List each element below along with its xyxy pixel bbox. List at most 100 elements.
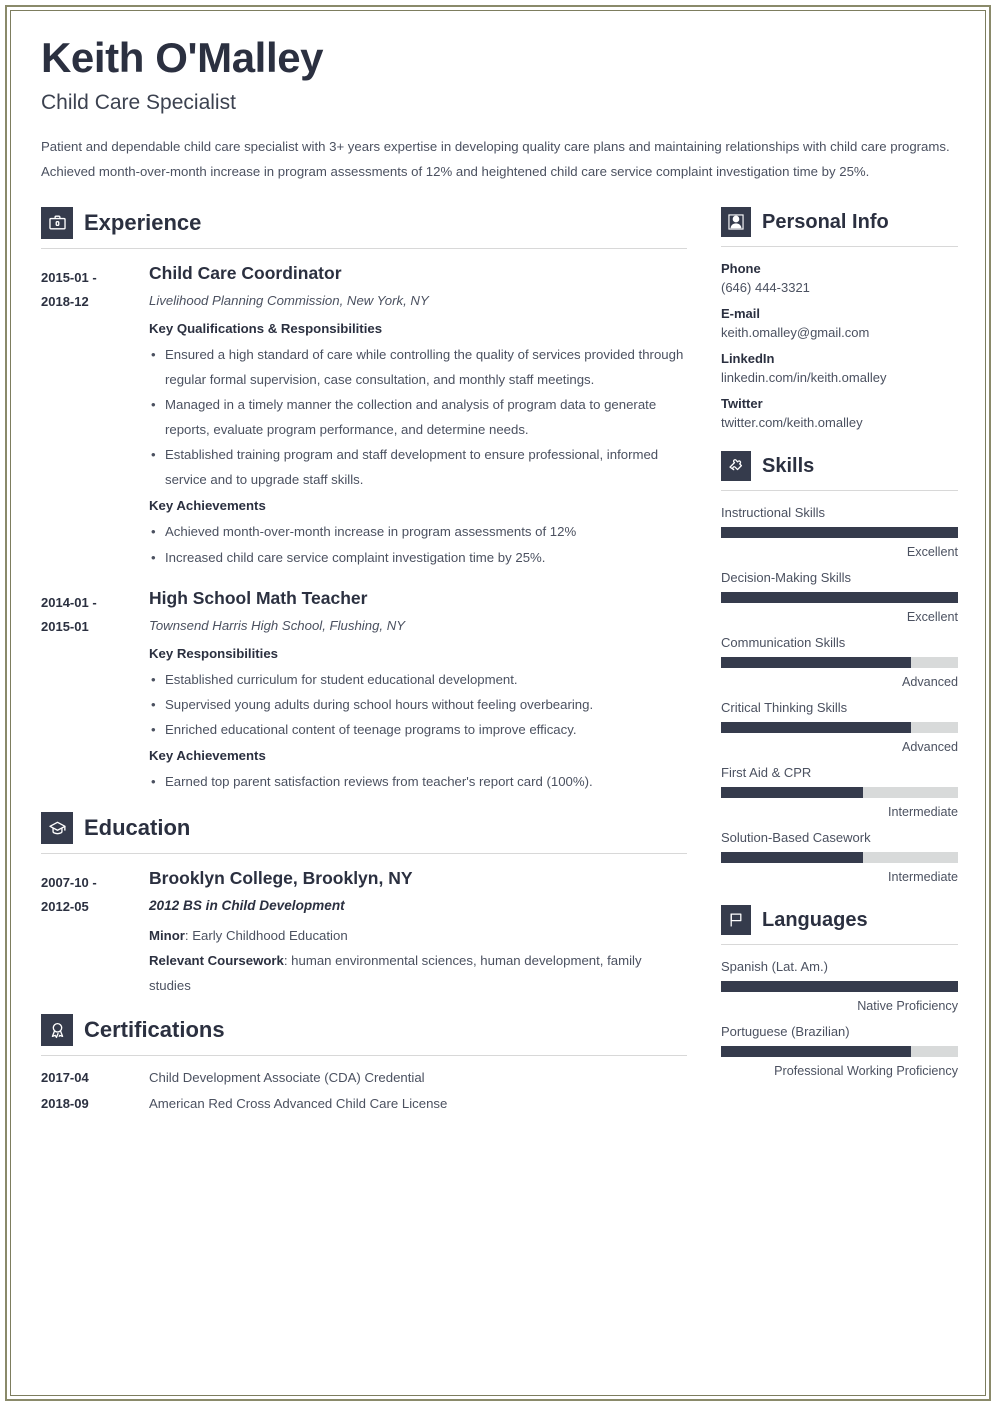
person-icon [721,206,751,237]
bullet-item: Established curriculum for student educa… [149,667,687,692]
education-entry: 2007-10 - 2012-05 Brooklyn College, Broo… [41,868,687,998]
section-personal-info: Personal Info Phone (646) 444-3321 E-mai… [721,206,958,430]
section-title-languages: Languages [762,908,868,931]
education-details: Brooklyn College, Brooklyn, NY 2012 BS i… [149,868,687,998]
skill-name: Communication Skills [721,634,846,650]
info-label: Twitter [721,395,763,411]
date-start: 2007-10 - [41,875,97,891]
skill-name: Critical Thinking Skills [721,699,848,715]
bullet-item: Supervised young adults during school ho… [149,692,687,717]
award-ribbon-icon [41,1014,73,1047]
skill-bar-track [721,721,958,733]
section-languages: Languages Spanish (Lat. Am.) Native Prof… [721,904,958,1078]
skill-level: Intermediate [887,804,958,819]
info-label: E-mail [721,305,761,321]
language-bar-track [721,980,958,992]
language-item: Spanish (Lat. Am.) Native Proficiency [721,959,958,1013]
language-bar-track [721,1045,958,1057]
job-organization: Townsend Harris High School, Flushing, N… [149,617,406,633]
resume-content: Keith O'Malley Child Care Specialist Pat… [0,0,996,1162]
skill-level: Advanced [901,739,958,754]
skill-level: Excellent [906,544,958,559]
resume-page: Keith O'Malley Child Care Specialist Pat… [0,0,996,1406]
skill-item: Solution-Based Casework Intermediate [721,830,958,884]
briefcase-icon [41,206,73,239]
left-column: Experience 2015-01 - 2018-12 Child Care … [41,206,687,1123]
date-end: 2012-05 [41,899,89,915]
skill-level: Advanced [901,674,958,689]
skill-bar-fill [721,591,958,603]
skill-item: Communication Skills Advanced [721,635,958,689]
language-bar-fill [721,980,958,992]
language-level: Professional Working Proficiency [774,1063,958,1078]
certification-row: 2018-09 American Red Cross Advanced Chil… [41,1096,687,1111]
skill-bar-fill [721,851,864,863]
info-block: LinkedIn linkedin.com/in/keith.omalley [721,351,958,385]
section-header-languages: Languages [721,904,958,935]
flag-icon [721,904,751,935]
info-block: Twitter twitter.com/keith.omalley [721,396,958,430]
skill-bar-track [721,526,958,538]
skill-item: Critical Thinking Skills Advanced [721,700,958,754]
skill-bar-fill [721,721,911,733]
skill-name: Instructional Skills [721,504,826,520]
skill-bar-fill [721,656,911,668]
certification-row: 2017-04 Child Development Associate (CDA… [41,1070,687,1085]
bullet-item: Ensured a high standard of care while co… [149,342,687,392]
certification-date: 2017-04 [41,1070,89,1086]
section-certifications: Certifications 2017-04 Child Development… [41,1014,687,1111]
skill-item: Decision-Making Skills Excellent [721,570,958,624]
school-name: Brooklyn College, Brooklyn, NY [149,868,413,889]
date-start: 2015-01 - [41,269,97,285]
minor-label: Minor [149,927,185,943]
language-item: Portuguese (Brazilian) Professional Work… [721,1024,958,1078]
skill-bar-track [721,786,958,798]
language-name: Spanish (Lat. Am.) [721,958,828,974]
experience-dates: 2014-01 - 2015-01 [41,588,149,797]
skill-name: First Aid & CPR [721,764,812,780]
bullet-list: Earned top parent satisfaction reviews f… [149,769,687,794]
education-minor: Minor: Early Childhood Education [149,923,687,948]
bullet-item: Earned top parent satisfaction reviews f… [149,769,687,794]
info-value-twitter[interactable]: twitter.com/keith.omalley [721,415,958,430]
info-value-email[interactable]: keith.omalley@gmail.com [721,325,958,340]
skill-item: Instructional Skills Excellent [721,505,958,559]
resume-body: Experience 2015-01 - 2018-12 Child Care … [41,206,958,1123]
certification-date: 2018-09 [41,1096,89,1112]
group-label: Key Achievements [149,748,266,764]
section-experience: Experience 2015-01 - 2018-12 Child Care … [41,206,687,797]
skill-bar-track [721,591,958,603]
job-organization: Livelihood Planning Commission, New York… [149,292,429,308]
bullet-item: Achieved month-over-month increase in pr… [149,519,687,544]
bullet-item: Increased child care service complaint i… [149,545,687,570]
section-divider [41,1055,687,1057]
coursework-label: Relevant Coursework [149,953,284,969]
section-title-personal-info: Personal Info [762,210,889,233]
language-level: Native Proficiency [857,998,958,1013]
puzzle-piece-icon [721,450,751,481]
graduation-cap-icon [41,812,73,845]
info-value-phone: (646) 444-3321 [721,279,810,295]
bullet-list: Established curriculum for student educa… [149,667,687,742]
skill-bar-fill [721,786,864,798]
certification-name: American Red Cross Advanced Child Care L… [149,1096,448,1112]
bullet-item: Enriched educational content of teenage … [149,717,687,742]
group-label: Key Qualifications & Responsibilities [149,320,383,336]
skill-bar-track [721,656,958,668]
info-value-linkedin[interactable]: linkedin.com/in/keith.omalley [721,370,958,385]
professional-summary: Patient and dependable child care specia… [41,139,950,179]
section-education: Education 2007-10 - 2012-05 Brooklyn Col… [41,812,687,998]
bullet-item: Established training program and staff d… [149,442,687,492]
section-header-personal-info: Personal Info [721,206,958,237]
candidate-name: Keith O'Malley [41,34,324,81]
skill-name: Decision-Making Skills [721,569,852,585]
section-divider [721,245,958,247]
experience-details: High School Math Teacher Townsend Harris… [149,588,687,797]
candidate-job-title: Child Care Specialist [41,91,236,115]
section-divider [41,247,687,249]
bullet-list: Ensured a high standard of care while co… [149,342,687,492]
info-block: Phone (646) 444-3321 [721,261,958,295]
section-divider [721,943,958,945]
experience-dates: 2015-01 - 2018-12 [41,263,149,572]
right-column: Personal Info Phone (646) 444-3321 E-mai… [721,206,958,1123]
